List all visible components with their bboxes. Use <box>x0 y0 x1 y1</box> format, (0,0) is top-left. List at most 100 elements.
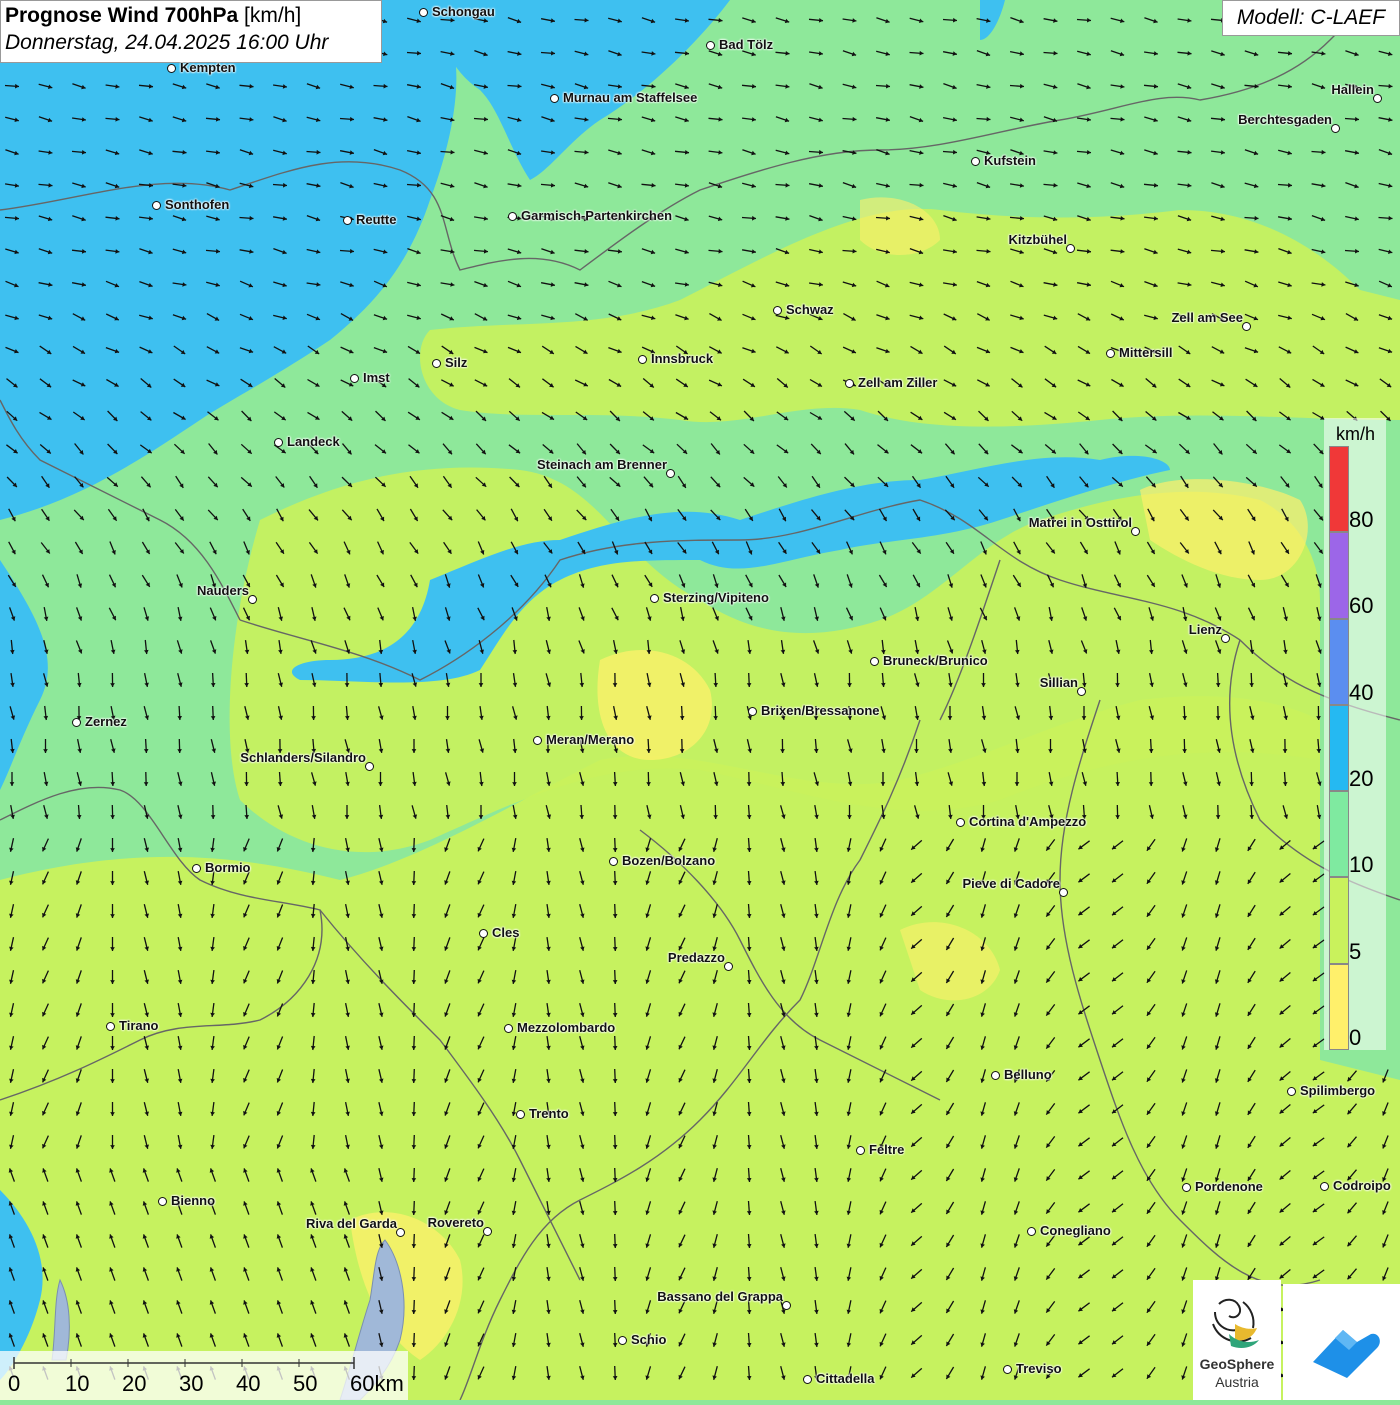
legend-swatch <box>1329 619 1349 705</box>
scale-label: 0 <box>8 1371 20 1397</box>
city-label: Lienz <box>1189 622 1222 637</box>
city-marker <box>508 212 517 221</box>
scale-bar: 0102030405060km <box>0 1351 408 1400</box>
city-marker <box>158 1197 167 1206</box>
forecast-datetime: Donnerstag, 24.04.2025 16:00 Uhr <box>5 31 377 55</box>
city-label: Sillian <box>1040 675 1078 690</box>
city-label: Codroipo <box>1333 1178 1391 1193</box>
city-label: Reutte <box>356 212 396 227</box>
city-marker <box>167 64 176 73</box>
city-label: Treviso <box>1016 1361 1062 1376</box>
warning-app-icon <box>1283 1284 1400 1400</box>
legend-swatch <box>1329 964 1349 1050</box>
logo-name: GeoSphere <box>1193 1356 1281 1372</box>
geosphere-logo[interactable]: GeoSphere Austria <box>1193 1280 1281 1400</box>
city-label: Garmisch-Partenkirchen <box>521 208 672 223</box>
legend-bar <box>1329 446 1349 1050</box>
city-marker <box>1027 1227 1036 1236</box>
city-marker <box>479 929 488 938</box>
map-title: Prognose Wind 700hPa [km/h] <box>5 4 377 28</box>
city-marker <box>192 864 201 873</box>
city-label: Matrei in Osttirol <box>1029 515 1132 530</box>
city-marker <box>803 1375 812 1384</box>
city-marker <box>782 1301 791 1310</box>
city-label: Bassano del Grappa <box>657 1289 783 1304</box>
city-label: Rovereto <box>428 1215 484 1230</box>
city-label: Berchtesgaden <box>1238 112 1332 127</box>
geosphere-logo-icon <box>1193 1284 1281 1358</box>
city-marker <box>618 1336 627 1345</box>
city-label: Kempten <box>180 60 236 75</box>
city-marker <box>666 469 675 478</box>
city-marker <box>106 1022 115 1031</box>
city-label: Belluno <box>1004 1067 1052 1082</box>
scale-label: 30 <box>179 1371 203 1397</box>
city-marker <box>419 8 428 17</box>
city-label: Silz <box>445 355 467 370</box>
city-label: Meran/Merano <box>546 732 634 747</box>
city-marker <box>1059 888 1068 897</box>
city-marker <box>350 374 359 383</box>
warning-app-logo[interactable] <box>1283 1284 1400 1400</box>
city-marker <box>724 962 733 971</box>
city-label: Mittersill <box>1119 345 1172 360</box>
city-marker <box>1287 1087 1296 1096</box>
city-label: Brixen/Bressanone <box>761 703 880 718</box>
legend-label: 0 <box>1349 1025 1361 1051</box>
city-marker <box>991 1071 1000 1080</box>
city-label: Steinach am Brenner <box>537 457 667 472</box>
city-marker <box>274 438 283 447</box>
city-label: Schongau <box>432 4 495 19</box>
legend-label: 80 <box>1349 507 1373 533</box>
city-marker <box>845 379 854 388</box>
city-label: Spilimbergo <box>1300 1083 1375 1098</box>
city-marker <box>396 1228 405 1237</box>
city-label: Cles <box>492 925 519 940</box>
city-marker <box>609 857 618 866</box>
city-marker <box>773 306 782 315</box>
legend-swatch <box>1329 532 1349 618</box>
city-label: Sonthofen <box>165 197 229 212</box>
city-label: Landeck <box>287 434 340 449</box>
city-marker <box>870 657 879 666</box>
city-marker <box>971 157 980 166</box>
scale-label: 20 <box>122 1371 146 1397</box>
city-marker <box>1221 634 1230 643</box>
city-marker <box>248 595 257 604</box>
legend-label: 5 <box>1349 939 1361 965</box>
legend-swatch <box>1329 877 1349 963</box>
city-label: Hallein <box>1331 82 1374 97</box>
city-marker <box>706 41 715 50</box>
city-marker <box>1373 94 1382 103</box>
city-label: Bruneck/Brunico <box>883 653 988 668</box>
city-marker <box>1131 527 1140 536</box>
map-title-unit: [km/h] <box>244 4 301 27</box>
city-label: Schlanders/Silandro <box>240 750 366 765</box>
model-label: Modell: C-LAEF <box>1222 0 1400 36</box>
city-label: Trento <box>529 1106 569 1121</box>
city-label: Imst <box>363 370 390 385</box>
city-marker <box>343 216 352 225</box>
city-label: Kitzbühel <box>1009 232 1068 247</box>
city-label: Schio <box>631 1332 666 1347</box>
city-label: Pordenone <box>1195 1179 1263 1194</box>
map-title-main: Prognose Wind 700hPa <box>5 4 238 27</box>
city-label: Bozen/Bolzano <box>622 853 715 868</box>
city-label: Riva del Garda <box>306 1216 397 1231</box>
city-label: Pieve di Cadore <box>962 876 1060 891</box>
city-label: Bienno <box>171 1193 215 1208</box>
scale-bar-ruler <box>0 1351 408 1400</box>
city-label: Zell am Ziller <box>858 375 937 390</box>
legend-label: 60 <box>1349 593 1373 619</box>
city-label: Bormio <box>205 860 251 875</box>
legend-swatch <box>1329 791 1349 877</box>
city-marker <box>1106 349 1115 358</box>
city-marker <box>516 1110 525 1119</box>
city-marker <box>1331 124 1340 133</box>
city-marker <box>650 594 659 603</box>
city-label: Mezzolombardo <box>517 1020 615 1035</box>
legend-label: 10 <box>1349 852 1373 878</box>
scale-label: 50 <box>293 1371 317 1397</box>
city-marker <box>550 94 559 103</box>
scale-label: 10 <box>65 1371 89 1397</box>
